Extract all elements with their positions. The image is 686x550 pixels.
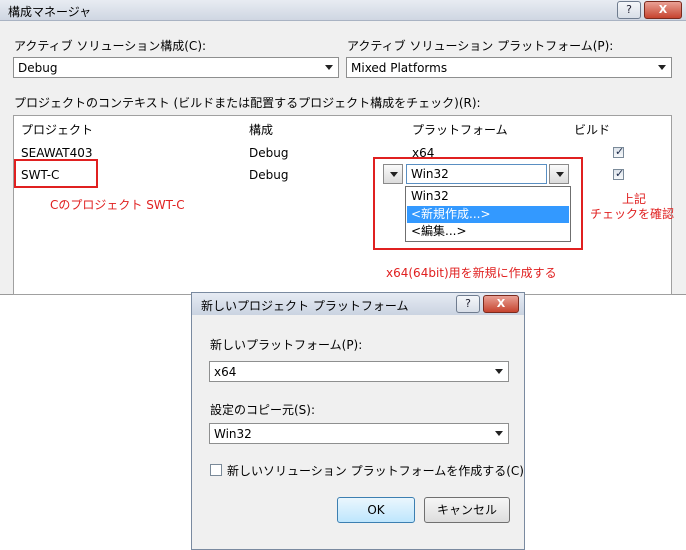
active-platform-select[interactable]: Mixed Platforms [346, 57, 672, 78]
help-button[interactable]: ? [456, 295, 480, 313]
swtc-annotation: Cのプロジェクト SWT-C [50, 198, 185, 212]
checkmark-icon: ✓ [615, 145, 625, 158]
row1-build-checkbox[interactable]: ✓ [613, 145, 625, 158]
active-config-value: Debug [18, 61, 58, 75]
platform-dropdown-list: Win32 <新規作成...> <編集...> [405, 186, 571, 242]
chevron-down-icon [556, 172, 564, 177]
new-platform-select[interactable]: x64 [209, 361, 509, 382]
check-annotation-line2: チェックを確認 [590, 207, 675, 221]
close-button[interactable]: X [483, 295, 519, 313]
cancel-button[interactable]: キャンセル [424, 497, 510, 523]
chevron-down-icon [390, 172, 398, 177]
active-platform-label: アクティブ ソリューション プラットフォーム(P): [347, 39, 614, 53]
dropdown-item-new[interactable]: <新規作成...> [407, 206, 569, 223]
column-header-platform[interactable]: プラットフォーム [412, 121, 508, 138]
chevron-down-icon [658, 65, 666, 70]
row1-project[interactable]: SEAWAT403 [21, 146, 92, 160]
column-header-build[interactable]: ビルド [574, 121, 610, 138]
ok-button[interactable]: OK [337, 497, 415, 523]
row2-config[interactable]: Debug [249, 168, 288, 182]
active-config-label: アクティブ ソリューション構成(C): [14, 39, 207, 53]
new-project-platform-dialog: 新しいプロジェクト プラットフォーム ? X 新しいプラットフォーム(P): x… [191, 292, 525, 550]
row1-config[interactable]: Debug [249, 146, 288, 160]
create-solution-platform-label[interactable]: 新しいソリューション プラットフォームを作成する(C) [227, 462, 524, 479]
project-context-label: プロジェクトのコンテキスト (ビルドまたは配置するプロジェクト構成をチェック)(… [14, 96, 481, 110]
configuration-manager-dialog: 構成マネージャ ? X アクティブ ソリューション構成(C): Debug アク… [0, 0, 686, 295]
dialog-title: 新しいプロジェクト プラットフォーム [201, 299, 409, 313]
chevron-down-icon [495, 369, 503, 374]
row2-platform-dropdown-button[interactable] [549, 164, 569, 184]
new-platform-label: 新しいプラットフォーム(P): [210, 338, 363, 352]
active-config-select[interactable]: Debug [13, 57, 339, 78]
close-button[interactable]: X [644, 1, 682, 19]
column-header-project[interactable]: プロジェクト [21, 121, 93, 138]
new-platform-value: x64 [214, 365, 237, 379]
checkmark-icon: ✓ [615, 167, 625, 180]
swtc-highlight-box [14, 159, 98, 188]
chevron-down-icon [495, 431, 503, 436]
row2-build-checkbox[interactable]: ✓ [613, 167, 625, 180]
title-bar: 新しいプロジェクト プラットフォーム ? X [192, 293, 524, 315]
column-header-config[interactable]: 構成 [249, 121, 273, 138]
active-platform-value: Mixed Platforms [351, 61, 448, 75]
platform-left-dropdown-button[interactable] [383, 164, 403, 184]
create-solution-platform-checkbox[interactable] [210, 464, 222, 476]
copy-from-select[interactable]: Win32 [209, 423, 509, 444]
dialog-title: 構成マネージャ [8, 5, 92, 19]
dropdown-item-win32[interactable]: Win32 [407, 188, 569, 205]
x64-annotation: x64(64bit)用を新規に作成する [386, 266, 557, 280]
row2-platform-value: Win32 [411, 167, 449, 181]
copy-from-value: Win32 [214, 427, 252, 441]
dropdown-item-edit[interactable]: <編集...> [407, 223, 569, 240]
title-bar: 構成マネージャ ? X [0, 0, 686, 21]
chevron-down-icon [325, 65, 333, 70]
copy-from-label: 設定のコピー元(S): [210, 403, 316, 417]
row2-platform-combo[interactable]: Win32 [406, 164, 547, 184]
help-button[interactable]: ? [617, 1, 641, 19]
